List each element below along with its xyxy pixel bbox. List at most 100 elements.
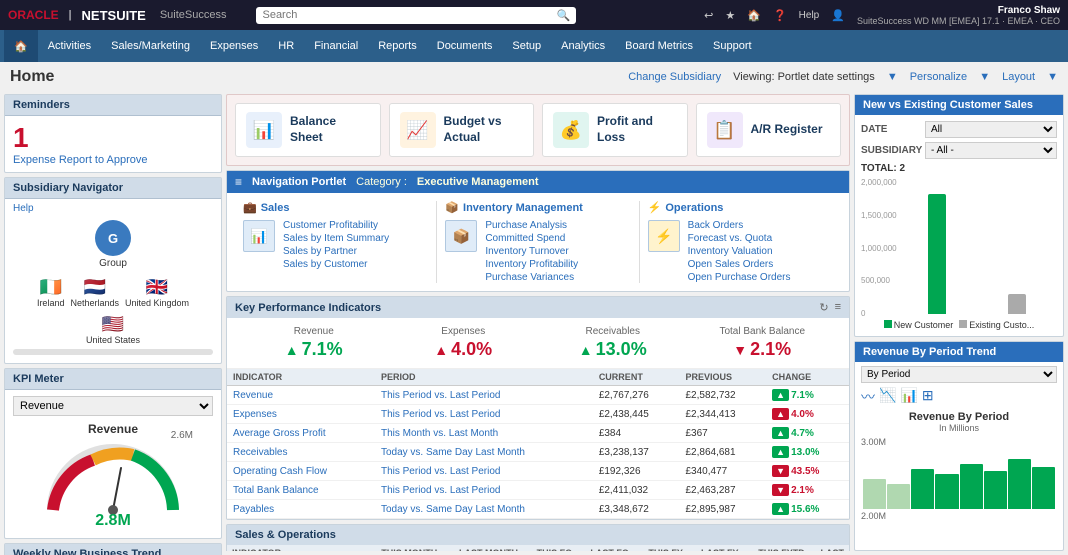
- layout-dropdown-icon[interactable]: ▼: [1047, 71, 1058, 83]
- home-icon[interactable]: 🏠: [747, 9, 761, 22]
- inventory-link-3[interactable]: Inventory Turnover: [485, 246, 578, 257]
- inventory-link-2[interactable]: Committed Spend: [485, 233, 578, 244]
- operations-link-5[interactable]: Open Purchase Orders: [688, 272, 791, 283]
- sales-link-4[interactable]: Sales by Customer: [283, 259, 389, 270]
- search-input[interactable]: [262, 9, 556, 21]
- kpi-meter-select[interactable]: Revenue: [13, 396, 213, 416]
- kpi-row-indicator[interactable]: Receivables: [227, 443, 375, 462]
- kpi-expenses-value: ▲ 4.0%: [389, 339, 539, 360]
- mini-bar-7: [1008, 459, 1031, 509]
- sales-link-3[interactable]: Sales by Partner: [283, 246, 389, 257]
- kpi-row-previous: £340,477: [679, 462, 766, 481]
- kpi-row-indicator[interactable]: Operating Cash Flow: [227, 462, 375, 481]
- kpi-row-indicator[interactable]: Expenses: [227, 405, 375, 424]
- kpi-row-previous: £2,582,732: [679, 386, 766, 405]
- nav-home[interactable]: 🏠: [4, 30, 38, 62]
- inventory-link-1[interactable]: Purchase Analysis: [485, 220, 578, 231]
- reminders-text[interactable]: Expense Report to Approve: [13, 154, 213, 166]
- layout-link[interactable]: Layout: [1002, 71, 1035, 83]
- nav-hr[interactable]: HR: [268, 30, 304, 62]
- nav-support[interactable]: Support: [703, 30, 762, 62]
- search-icon[interactable]: 🔍: [557, 9, 571, 22]
- kpi-row-period[interactable]: This Month vs. Last Month: [375, 424, 593, 443]
- revenue-mini-chart: [861, 449, 1057, 509]
- sales-link-2[interactable]: Sales by Item Summary: [283, 233, 389, 244]
- user-name: Franco Shaw: [857, 5, 1060, 16]
- sales-link-1[interactable]: Customer Profitability: [283, 220, 389, 231]
- flag-ireland[interactable]: 🇮🇪Ireland: [37, 277, 65, 308]
- help-icon[interactable]: ❓: [773, 9, 787, 22]
- settings-dropdown-icon[interactable]: ▼: [887, 71, 898, 83]
- receivables-pct: 13.0%: [596, 339, 647, 360]
- nav-activities[interactable]: Activities: [38, 30, 101, 62]
- nav-analytics[interactable]: Analytics: [551, 30, 615, 62]
- trend-bar-icon[interactable]: 📊: [900, 387, 917, 407]
- personalize-dropdown-icon[interactable]: ▼: [979, 71, 990, 83]
- inventory-icon: 📦: [445, 201, 459, 214]
- trend-area-icon[interactable]: 📉: [879, 387, 896, 407]
- operations-link-2[interactable]: Forecast vs. Quota: [688, 233, 791, 244]
- change-subsidiary-link[interactable]: Change Subsidiary: [628, 71, 721, 83]
- kpi-row-indicator[interactable]: Total Bank Balance: [227, 481, 375, 500]
- flag-us[interactable]: 🇺🇸United States: [86, 314, 140, 345]
- inventory-link-5[interactable]: Purchase Variances: [485, 272, 578, 283]
- nav-setup[interactable]: Setup: [502, 30, 551, 62]
- user-subtitle: SuiteSuccess WD MM [EMEA] 17.1 · EMEA · …: [857, 16, 1060, 26]
- nav-reports[interactable]: Reports: [368, 30, 427, 62]
- receivables-up-arrow: ▲: [579, 342, 593, 358]
- trend-table-icon[interactable]: ⊞: [922, 387, 934, 407]
- nav-section-operations-content: ⚡ Back Orders Forecast vs. Quota Invento…: [648, 220, 833, 283]
- revenue-trend-select[interactable]: By Period: [861, 366, 1057, 383]
- trend-line-icon[interactable]: 〰: [861, 387, 875, 407]
- nav-expenses[interactable]: Expenses: [200, 30, 268, 62]
- flag-netherlands[interactable]: 🇳🇱Netherlands: [70, 277, 119, 308]
- kpi-row-period[interactable]: This Period vs. Last Period: [375, 405, 593, 424]
- nav-documents[interactable]: Documents: [427, 30, 503, 62]
- kpi-row-period[interactable]: Today vs. Same Day Last Month: [375, 500, 593, 519]
- right-column: New vs Existing Customer Sales DATE All …: [854, 94, 1064, 551]
- page-title: Home: [10, 68, 54, 86]
- kpi-row-period[interactable]: Today vs. Same Day Last Month: [375, 443, 593, 462]
- kpi-row-indicator[interactable]: Payables: [227, 500, 375, 519]
- user-icon[interactable]: 👤: [831, 9, 845, 22]
- nav-board-metrics[interactable]: Board Metrics: [615, 30, 703, 62]
- suite-card-budget-actual[interactable]: 📈 Budget vs Actual: [389, 103, 535, 157]
- so-col-this-month: This Month: [365, 545, 442, 551]
- nav-financial[interactable]: Financial: [304, 30, 368, 62]
- suite-card-profit-loss[interactable]: 💰 Profit and Loss: [542, 103, 688, 157]
- suite-card-balance-sheet[interactable]: 📊 Balance Sheet: [235, 103, 381, 157]
- back-icon[interactable]: ↩: [704, 9, 713, 22]
- expenses-up-arrow: ▲: [434, 342, 448, 358]
- navigation-portlet-header: ≡ Navigation Portlet Category : Executiv…: [227, 171, 849, 193]
- flag-uk[interactable]: 🇬🇧United Kingdom: [125, 277, 189, 308]
- legend-existing-customer: Existing Custo...: [959, 320, 1034, 330]
- kpi-row-indicator[interactable]: Revenue: [227, 386, 375, 405]
- nav-section-inventory-content: 📦 Purchase Analysis Committed Spend Inve…: [445, 220, 630, 283]
- operations-link-1[interactable]: Back Orders: [688, 220, 791, 231]
- nav-portlet-category-label: Category :: [356, 176, 407, 188]
- subsidiary-help-link[interactable]: Help: [13, 203, 213, 214]
- kpi-row-indicator[interactable]: Average Gross Profit: [227, 424, 375, 443]
- operations-link-3[interactable]: Inventory Valuation: [688, 246, 791, 257]
- kpi-row-period[interactable]: This Period vs. Last Period: [375, 462, 593, 481]
- kpi-refresh-icon[interactable]: ↻: [819, 301, 828, 314]
- netsuite-logo: NETSUITE: [82, 8, 146, 23]
- sales-icon: 💼: [243, 201, 257, 214]
- kpi-row-period[interactable]: This Period vs. Last Period: [375, 481, 593, 500]
- inventory-nav-links: Purchase Analysis Committed Spend Invent…: [485, 220, 578, 283]
- nav-sales-marketing[interactable]: Sales/Marketing: [101, 30, 200, 62]
- kpi-target-label: 2.6M: [171, 430, 193, 441]
- table-row: Operating Cash Flow This Period vs. Last…: [227, 462, 849, 481]
- date-filter-select[interactable]: All: [925, 121, 1057, 138]
- chart-legend: New Customer Existing Custo...: [861, 320, 1057, 330]
- kpi-menu-icon[interactable]: ≡: [835, 301, 841, 314]
- operations-link-4[interactable]: Open Sales Orders: [688, 259, 791, 270]
- inventory-link-4[interactable]: Inventory Profitability: [485, 259, 578, 270]
- star-icon[interactable]: ★: [725, 9, 735, 22]
- subsidiary-filter-select[interactable]: - All -: [925, 142, 1057, 159]
- kpi-row-period[interactable]: This Period vs. Last Period: [375, 386, 593, 405]
- suite-card-ar-register[interactable]: 📋 A/R Register: [696, 103, 842, 157]
- personalize-link[interactable]: Personalize: [910, 71, 967, 83]
- group-box: G Group: [13, 220, 213, 269]
- subsidiary-scrollbar[interactable]: [13, 349, 213, 355]
